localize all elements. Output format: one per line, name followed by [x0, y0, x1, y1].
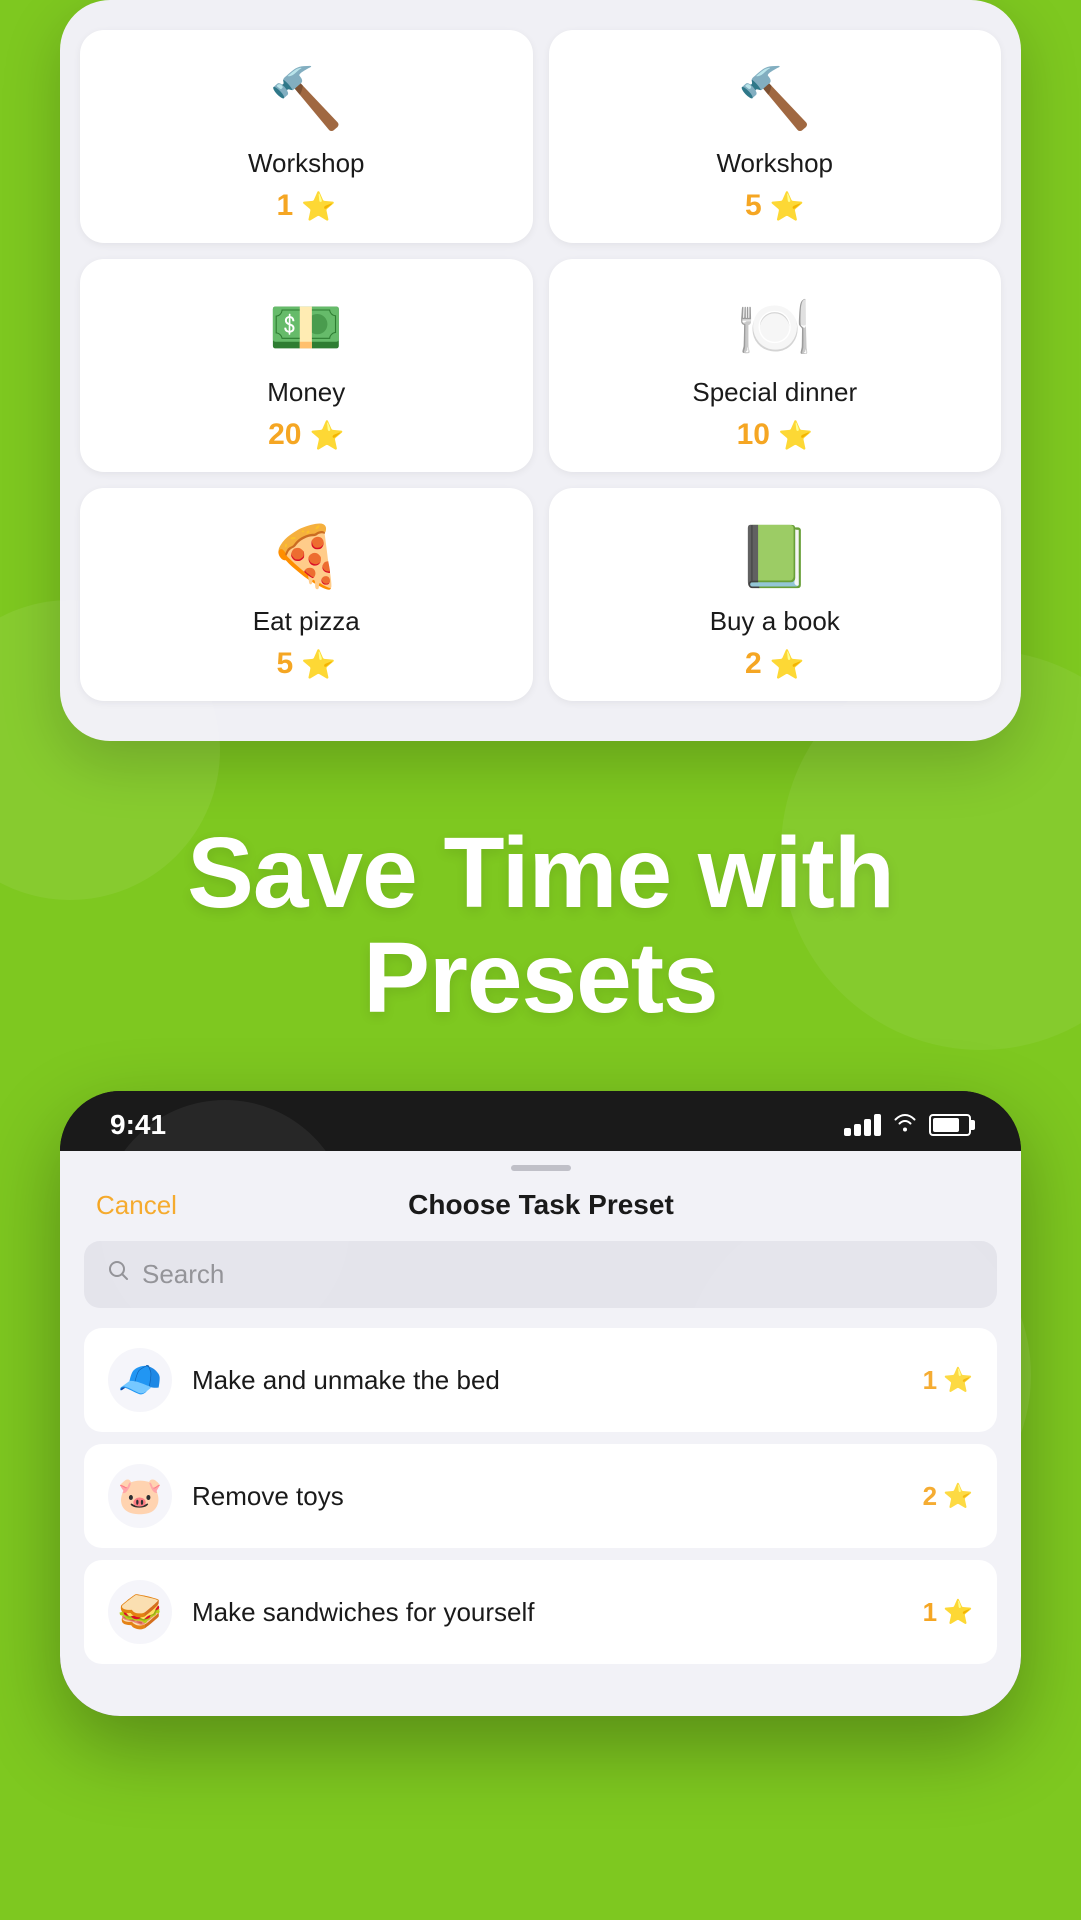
task-sandwiches-points: 1 ⭐: [923, 1597, 973, 1628]
workshop5-star: ⭐: [770, 190, 805, 223]
task-item-sandwiches[interactable]: 🥪 Make sandwiches for yourself 1 ⭐: [84, 1560, 997, 1664]
buy-a-book-name: Buy a book: [710, 606, 840, 637]
eat-pizza-icon: 🍕: [266, 516, 346, 596]
rewards-grid: 🔨 Workshop 1 ⭐ 🔨 Workshop 5 ⭐ 💵 Money 20…: [80, 30, 1001, 701]
screen-bottom-padding: [60, 1676, 1021, 1716]
bed-task-icon: 🧢: [108, 1348, 172, 1412]
money-icon: 💵: [266, 287, 346, 367]
special-dinner-points: 10 ⭐: [737, 418, 813, 452]
signal-bar-1: [844, 1128, 851, 1136]
wifi-icon: [893, 1112, 917, 1138]
sheet-title: Choose Task Preset: [408, 1189, 674, 1221]
task-sandwiches-points-num: 1: [923, 1597, 937, 1628]
status-icons: [844, 1112, 971, 1138]
buy-a-book-points: 2 ⭐: [745, 647, 805, 681]
money-points-number: 20: [268, 418, 301, 452]
headline-line2: Presets: [363, 922, 717, 1034]
special-dinner-icon: 🍽️: [735, 287, 815, 367]
workshop1-icon: 🔨: [266, 58, 346, 138]
buy-a-book-star: ⭐: [770, 648, 805, 681]
money-points: 20 ⭐: [268, 418, 344, 452]
reward-card-workshop5[interactable]: 🔨 Workshop 5 ⭐: [549, 30, 1002, 243]
signal-bar-4: [874, 1114, 881, 1136]
page-bottom-padding: [0, 1716, 1081, 1756]
workshop1-star: ⭐: [301, 190, 336, 223]
workshop5-points: 5 ⭐: [745, 189, 805, 223]
signal-bar-2: [854, 1124, 861, 1136]
workshop1-points-number: 1: [276, 189, 293, 223]
signal-bar-3: [864, 1119, 871, 1136]
workshop5-icon: 🔨: [735, 58, 815, 138]
signal-bars-icon: [844, 1114, 881, 1136]
reward-card-money[interactable]: 💵 Money 20 ⭐: [80, 259, 533, 472]
eat-pizza-star: ⭐: [301, 648, 336, 681]
money-star: ⭐: [310, 419, 345, 452]
eat-pizza-name: Eat pizza: [253, 606, 360, 637]
special-dinner-points-number: 10: [737, 418, 770, 452]
workshop5-name: Workshop: [716, 148, 833, 179]
remove-toys-icon: 🐷: [108, 1464, 172, 1528]
money-name: Money: [267, 377, 345, 408]
sandwiches-icon: 🥪: [108, 1580, 172, 1644]
workshop1-points: 1 ⭐: [276, 189, 336, 223]
top-phone-card: 🔨 Workshop 1 ⭐ 🔨 Workshop 5 ⭐ 💵 Money 20…: [60, 0, 1021, 741]
special-dinner-name: Special dinner: [692, 377, 857, 408]
handle-bar: [511, 1165, 571, 1171]
deco-circle-4: [681, 1200, 1031, 1550]
eat-pizza-points-number: 5: [276, 647, 293, 681]
deco-circle-3: [100, 1100, 350, 1350]
eat-pizza-points: 5 ⭐: [276, 647, 336, 681]
buy-a-book-icon: 📗: [735, 516, 815, 596]
task-sandwiches-name: Make sandwiches for yourself: [192, 1597, 903, 1628]
workshop1-name: Workshop: [248, 148, 365, 179]
workshop5-points-number: 5: [745, 189, 762, 223]
battery-icon: [929, 1114, 971, 1136]
special-dinner-star: ⭐: [778, 419, 813, 452]
reward-card-workshop1[interactable]: 🔨 Workshop 1 ⭐: [80, 30, 533, 243]
buy-a-book-points-number: 2: [745, 647, 762, 681]
reward-card-special-dinner[interactable]: 🍽️ Special dinner 10 ⭐: [549, 259, 1002, 472]
task-sandwiches-star: ⭐: [943, 1598, 973, 1627]
battery-fill: [933, 1118, 959, 1132]
